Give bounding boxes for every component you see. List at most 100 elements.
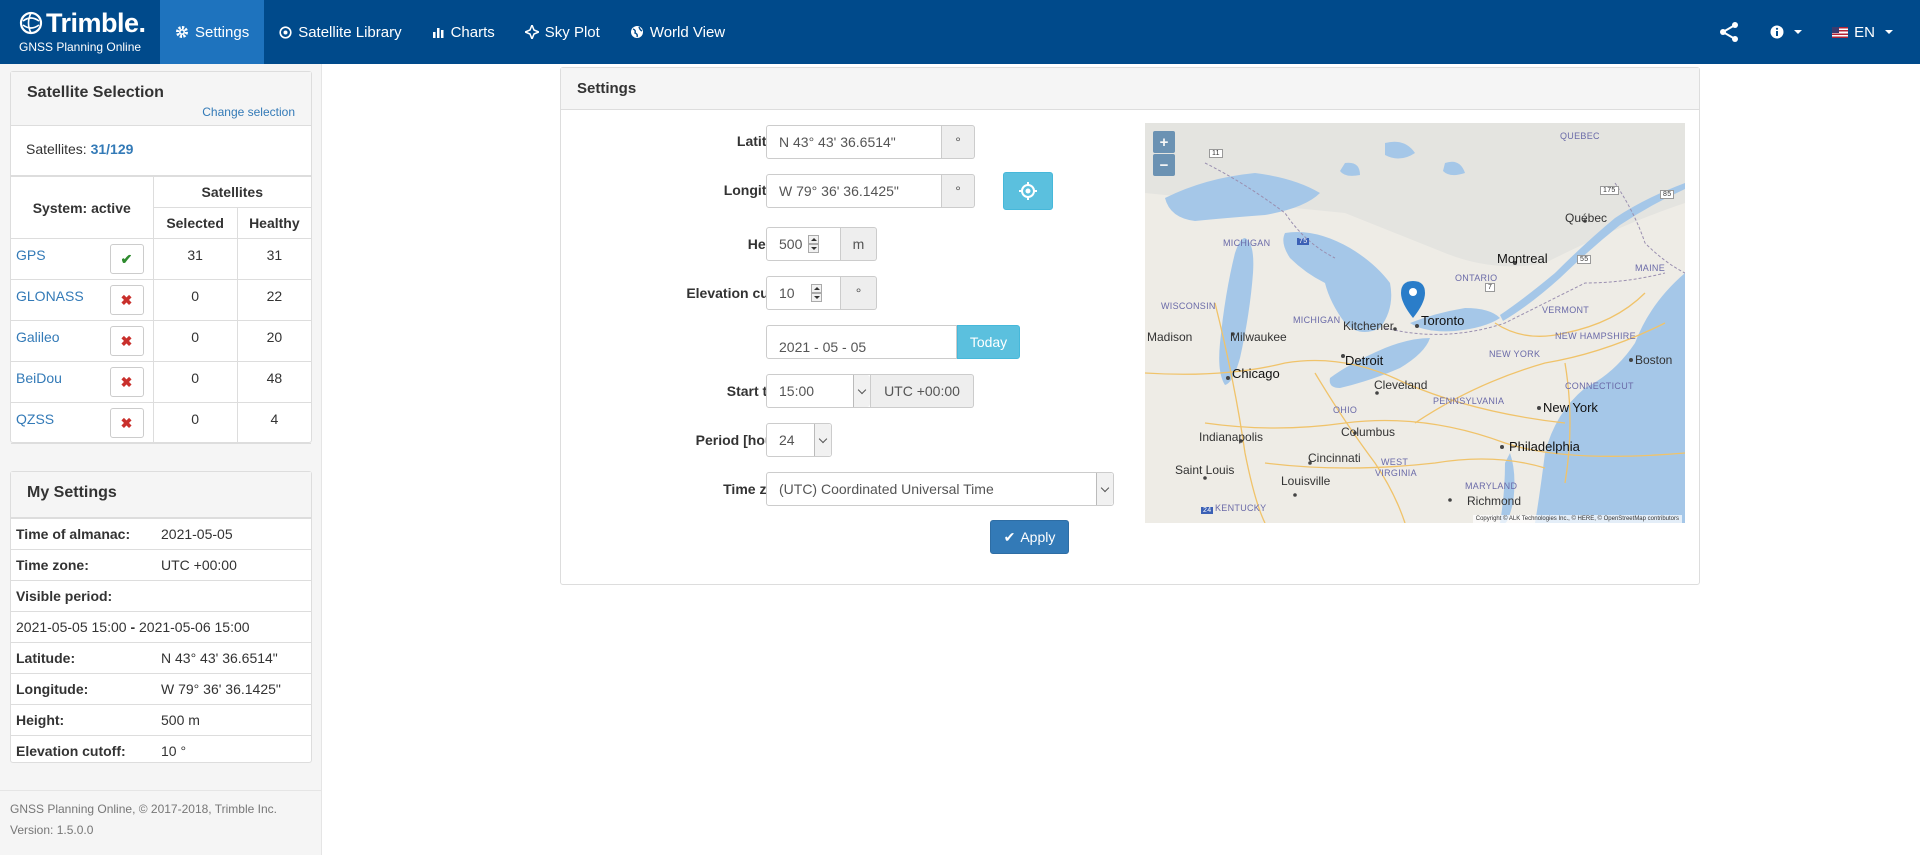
road-shield: 7	[1485, 283, 1496, 292]
language-label: EN	[1854, 23, 1875, 41]
height-spinner[interactable]	[808, 235, 820, 253]
map-label: Philadelphia	[1509, 439, 1580, 454]
latitude-unit: °	[942, 125, 975, 159]
timezone-select[interactable]: (UTC) Coordinated Universal Time	[766, 472, 1114, 506]
height-input[interactable]: 500	[766, 227, 841, 261]
timezone-value: UTC +00:00	[156, 549, 311, 581]
brand-subtitle: GNSS Planning Online	[19, 40, 142, 54]
system-link-qzss[interactable]: QZSS	[16, 411, 54, 427]
longitude-unit: °	[942, 174, 975, 208]
today-button[interactable]: Today	[957, 325, 1020, 359]
elevation-spinner[interactable]	[810, 284, 822, 302]
globe-icon	[630, 26, 643, 38]
change-selection-link[interactable]: Change selection	[202, 105, 295, 119]
nav-charts-label: Charts	[450, 23, 495, 41]
map-copyright: Copyright © ALK Technologies Inc., © HER…	[1472, 515, 1682, 523]
visible-period-value: 2021-05-05 15:00 - 2021-05-06 15:00	[11, 611, 311, 643]
table-row: QZSS ✖ 0 4	[11, 402, 311, 444]
table-row: BeiDou ✖ 0 48	[11, 361, 311, 403]
system-link-gps[interactable]: GPS	[16, 247, 46, 263]
longitude-input[interactable]: W 79° 36' 36.1425"	[766, 174, 942, 208]
settings-heading: Settings	[561, 68, 1699, 110]
map-label: MAINE	[1635, 263, 1666, 273]
check-icon: ✔	[1003, 528, 1016, 545]
latitude-input[interactable]: N 43° 43' 36.6514"	[766, 125, 942, 159]
glonass-healthy: 22	[236, 279, 311, 321]
map-label: KENTUCKY	[1215, 503, 1267, 513]
height-input-value: 500	[779, 236, 803, 252]
map-label: Saint Louis	[1175, 463, 1235, 477]
longitude-field-label: Longitude:	[723, 182, 796, 198]
table-row: Elevation cutoff: 10 °	[11, 735, 311, 767]
start-time-offset: UTC +00:00	[871, 374, 974, 408]
apply-label: Apply	[1020, 529, 1056, 545]
elevation-unit: °	[841, 276, 877, 310]
locate-me-button[interactable]	[1003, 172, 1053, 210]
map-label: Québec	[1565, 211, 1608, 225]
elevation-value: 10 °	[156, 735, 311, 767]
system-link-beidou[interactable]: BeiDou	[16, 370, 62, 386]
cross-icon: ✖	[120, 373, 133, 390]
zoom-in-button[interactable]: +	[1153, 131, 1175, 153]
toggle-glonass-button[interactable]: ✖	[109, 285, 144, 315]
satellite-count-value: 31/129	[90, 141, 134, 157]
us-flag-icon	[1832, 26, 1849, 38]
period-start: 2021-05-05 15:00	[16, 619, 127, 635]
start-time-select[interactable]: 15:00	[766, 374, 871, 408]
elevation-input[interactable]: 10	[766, 276, 841, 310]
map-label: Cincinnati	[1308, 451, 1361, 465]
longitude-value: W 79° 36' 36.1425"	[156, 673, 311, 705]
day-input[interactable]: 2021 - 05 - 05	[766, 325, 957, 359]
toggle-gps-button[interactable]: ✔	[109, 244, 144, 274]
toggle-beidou-button[interactable]: ✖	[109, 367, 144, 397]
road-shield: 85	[1660, 190, 1675, 199]
road-shield: 55	[1577, 255, 1592, 264]
my-settings-table: Time of almanac: 2021-05-05 Time zone: UTC…	[11, 518, 311, 767]
height-unit: m	[841, 227, 877, 261]
system-link-glonass[interactable]: GLONASS	[16, 288, 84, 304]
start-time-group: 15:00 UTC +00:00	[766, 374, 974, 408]
period-select[interactable]: 24	[766, 423, 832, 457]
map-label: Cleveland	[1374, 378, 1428, 392]
map-label: CONNECTICUT	[1565, 381, 1634, 391]
satellite-count-label: Satellites:	[26, 141, 87, 157]
period-end: 2021-05-06 15:00	[139, 619, 250, 635]
apply-button[interactable]: ✔ Apply	[990, 520, 1069, 554]
nav-sky-plot[interactable]: Sky Plot	[510, 0, 615, 64]
day-group: 2021 - 05 - 05 Today	[766, 325, 1020, 359]
nav-satellite-library[interactable]: Satellite Library	[264, 0, 416, 64]
info-menu[interactable]	[1755, 0, 1817, 64]
system-link-galileo[interactable]: Galileo	[16, 329, 60, 345]
map-label: Louisville	[1281, 474, 1331, 488]
nav-charts[interactable]: Charts	[417, 0, 510, 64]
toggle-qzss-button[interactable]: ✖	[109, 408, 144, 438]
map-label: ONTARIO	[1455, 273, 1498, 283]
location-map[interactable]: + − QUEBEC Québec Montreal ONTARIO MAINE…	[1145, 123, 1685, 523]
satellite-selection-panel: Satellite Selection Change selection Sat…	[10, 71, 312, 444]
map-label: Kitchener	[1343, 319, 1394, 333]
language-menu[interactable]: EN	[1817, 0, 1908, 64]
map-label: MARYLAND	[1465, 481, 1518, 491]
table-row: Height: 500 m	[11, 704, 311, 736]
healthy-header: Healthy	[236, 207, 311, 239]
beidou-selected: 0	[152, 361, 238, 403]
satellites-header: Satellites	[152, 176, 311, 208]
table-row: 2021-05-05 15:00 - 2021-05-06 15:00	[11, 611, 311, 643]
road-shield: 24	[1201, 507, 1214, 514]
map-label: Detroit	[1345, 353, 1384, 368]
share-button[interactable]	[1703, 0, 1755, 64]
toggle-galileo-button[interactable]: ✖	[109, 326, 144, 356]
map-label: VIRGINIA	[1375, 468, 1417, 478]
zoom-out-button[interactable]: −	[1153, 154, 1175, 176]
map-label: QUEBEC	[1560, 131, 1600, 141]
chevron-down-icon	[853, 375, 870, 407]
nav-settings[interactable]: Settings	[160, 0, 265, 64]
brand[interactable]: Trimble. GNSS Planning Online	[0, 0, 160, 64]
visible-period-label: Visible period:	[11, 580, 311, 612]
table-row: GLONASS ✖ 0 22	[11, 279, 311, 321]
locate-icon	[1019, 182, 1037, 200]
satellite-selection-title: Satellite Selection	[27, 84, 164, 101]
start-time-value: 15:00	[779, 383, 815, 399]
nav-world-view[interactable]: World View	[615, 0, 740, 64]
table-row: Latitude: N 43° 43' 36.6514"	[11, 642, 311, 674]
